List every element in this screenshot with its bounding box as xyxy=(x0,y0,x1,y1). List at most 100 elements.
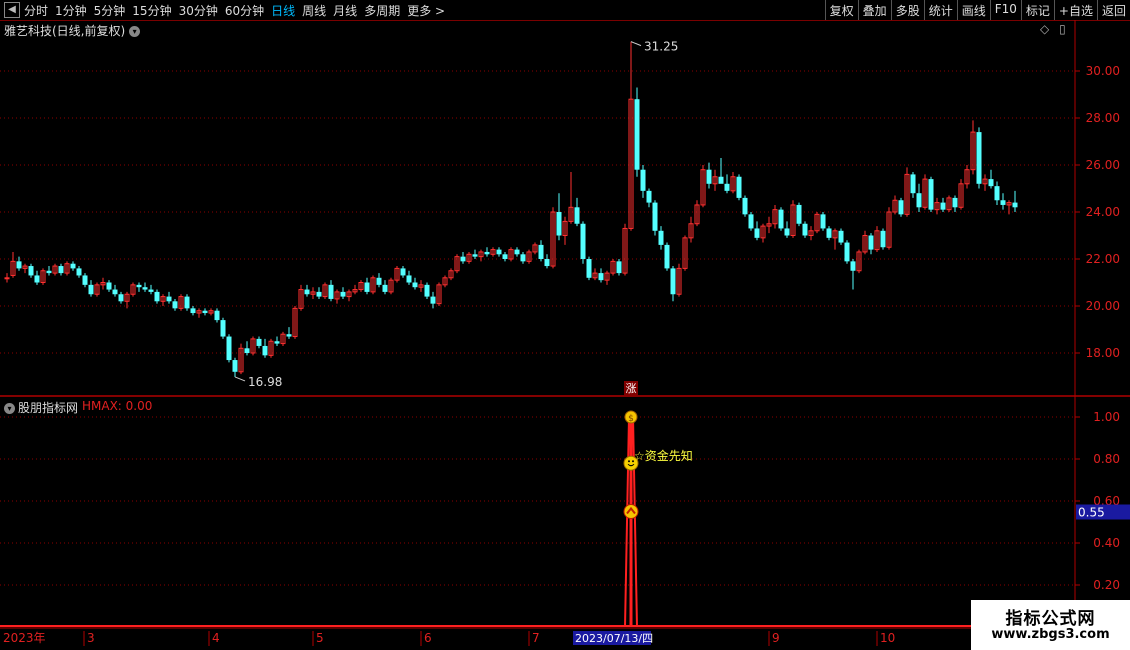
candle-body-down xyxy=(256,338,262,346)
candle-body-down xyxy=(472,254,478,257)
candle-body-down xyxy=(820,214,826,229)
candle-body-down xyxy=(286,334,292,337)
candle-body-down xyxy=(952,197,958,208)
candle-body-down xyxy=(16,261,22,269)
indicator-value: HMAX: 0.00 xyxy=(82,399,153,413)
candle-body-down xyxy=(784,228,790,236)
candle-body-down xyxy=(82,275,88,285)
candle-body-down xyxy=(112,289,118,295)
candle-body-down xyxy=(76,268,82,276)
candle-body-down xyxy=(328,284,334,299)
candle-body-down xyxy=(202,310,208,314)
candle-body-down xyxy=(430,296,436,304)
price-tick-label: 26.00 xyxy=(1086,158,1120,172)
candle-body-down xyxy=(1000,200,1006,205)
indicator-tick-label: 0.20 xyxy=(1093,578,1120,592)
cursor-date-label: 2023/07/13/四 xyxy=(575,632,653,645)
indicator-title-text: 股朋指标网 xyxy=(18,401,79,415)
candle-body-down xyxy=(976,132,982,184)
candle-body-down xyxy=(646,190,652,203)
candle-body-down xyxy=(868,235,874,250)
up-arrow-icon xyxy=(623,504,639,519)
price-tick-label: 18.00 xyxy=(1086,346,1120,360)
month-label: 5 xyxy=(316,631,324,645)
candle-body-down xyxy=(184,296,190,309)
candle-body-down xyxy=(574,207,580,224)
month-label: 4 xyxy=(212,631,220,645)
panel-toggle-icon[interactable]: ▯ xyxy=(1059,22,1066,36)
candle-body-down xyxy=(544,259,550,267)
candle-body-down xyxy=(304,289,310,295)
candle-body-down xyxy=(652,202,658,231)
candle-body-down xyxy=(364,282,370,292)
candle-body-down xyxy=(406,275,412,283)
candle-body-down xyxy=(376,277,382,285)
candle-body-down xyxy=(910,174,916,194)
candle-body-down xyxy=(928,179,934,210)
candle-body-down xyxy=(58,266,64,274)
current-value-label: 0.55 xyxy=(1078,506,1105,520)
candle-body-down xyxy=(796,204,802,224)
stock-title-text: 雅艺科技(日线,前复权) xyxy=(4,24,126,38)
candle-body-down xyxy=(154,291,160,302)
min-price-pointer xyxy=(234,376,246,382)
candle-body-down xyxy=(778,209,784,229)
panel-corner-icons: ◇ ▯ xyxy=(1040,22,1066,36)
chevron-down-icon[interactable]: ▾ xyxy=(129,26,141,37)
candle-body-down xyxy=(226,336,232,361)
chevron-down-icon[interactable]: ▾ xyxy=(4,403,15,414)
smiley-eye xyxy=(628,460,630,463)
candle-body-down xyxy=(802,223,808,236)
candle-body-down xyxy=(232,360,238,372)
price-tick-label: 24.00 xyxy=(1086,205,1120,219)
candle-body-down xyxy=(718,176,724,184)
candle-body-down xyxy=(898,200,904,215)
rise-marker: 涨 xyxy=(626,382,637,395)
watermark-url: www.zbgs3.com xyxy=(991,627,1110,642)
candle-body-down xyxy=(412,282,418,288)
max-price-pointer xyxy=(630,41,642,47)
candle-body-down xyxy=(634,99,640,170)
candle-body-down xyxy=(988,179,994,187)
candle-body-down xyxy=(706,169,712,184)
candle-body-down xyxy=(316,291,322,297)
stock-chart[interactable]: 30.00 28.00 26.00 24.00 22.00 20.00 18.00 31.25… xyxy=(0,0,1130,650)
indicator-tick-label: 0.80 xyxy=(1093,452,1120,466)
diamond-icon[interactable]: ◇ xyxy=(1040,22,1049,36)
candle-body-down xyxy=(880,230,886,248)
min-price-label: 16.98 xyxy=(248,375,282,389)
month-label: 9 xyxy=(772,631,780,645)
candle-body-down xyxy=(754,228,760,238)
money-bag-glyph: $ xyxy=(628,414,634,424)
year-label: 2023年 xyxy=(3,631,46,645)
month-label: 7 xyxy=(532,631,540,645)
candle-body-down xyxy=(148,289,154,292)
candle-body-down xyxy=(736,176,742,198)
indicator-title: ▾ 股朋指标网 xyxy=(4,399,78,416)
candle-body-down xyxy=(844,242,850,262)
candle-body-down xyxy=(514,249,520,255)
candle-body-down xyxy=(520,254,526,262)
candle-body-down xyxy=(106,282,112,290)
candle-body-down xyxy=(190,308,196,314)
candle-body-down xyxy=(850,261,856,271)
max-price-label: 31.25 xyxy=(644,40,678,54)
candle-body-down xyxy=(70,263,76,269)
candle-body-down xyxy=(580,223,586,259)
candle-body-down xyxy=(838,230,844,243)
candle-body-down xyxy=(748,214,754,229)
candle-body-down xyxy=(28,266,34,276)
candle-body-down xyxy=(172,301,178,309)
signal-annotation: ☆资金先知 xyxy=(634,448,693,463)
candle-body-down xyxy=(826,228,832,238)
candle-body-down xyxy=(640,169,646,191)
candle-body-down xyxy=(664,244,670,269)
candle-body-down xyxy=(484,251,490,255)
indicator-tick-label: 1.00 xyxy=(1093,410,1120,424)
month-label: 10 xyxy=(880,631,895,645)
candle-body-down xyxy=(214,310,220,321)
candle-body-down xyxy=(586,259,592,278)
candle-body-down xyxy=(118,294,124,302)
candle-body-down xyxy=(994,186,1000,201)
candle-body-down xyxy=(244,348,250,353)
